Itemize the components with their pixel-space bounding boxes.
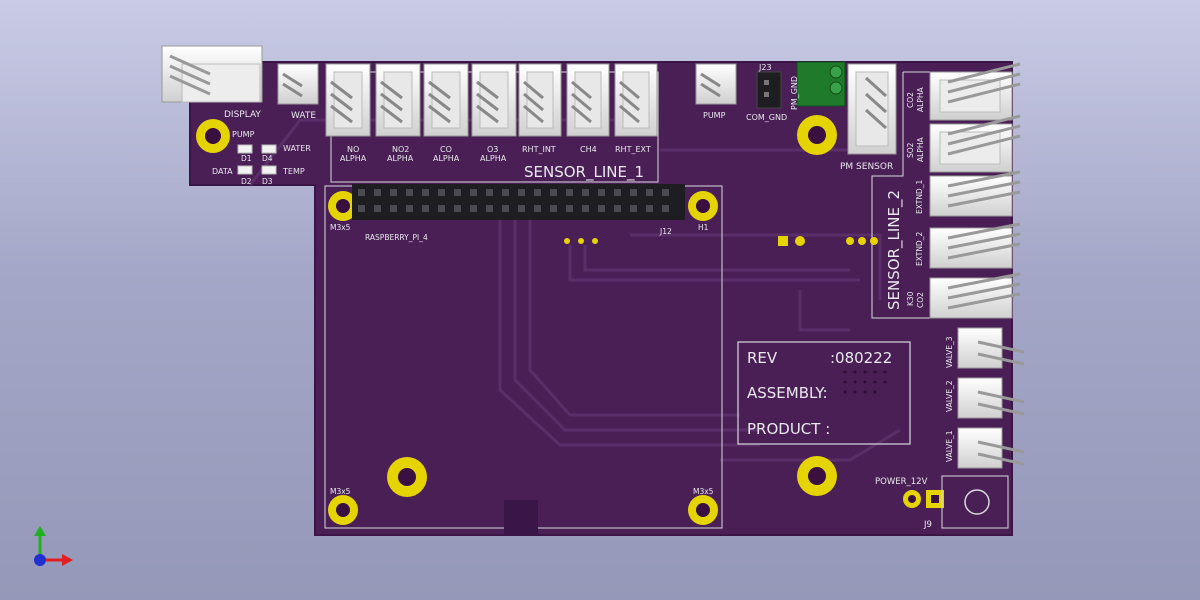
label-temp-led: TEMP (282, 167, 305, 176)
pcb-3d-viewport[interactable]: REV :080222 ASSEMBLY: PRODUCT : DISPLAY … (0, 0, 1200, 600)
label-d1: D1 (241, 154, 252, 163)
label-o3: O3 (487, 145, 498, 154)
label-co-alpha: ALPHA (433, 154, 460, 163)
label-d3: D3 (262, 177, 273, 186)
label-co: CO (440, 145, 452, 154)
label-ch4: CH4 (580, 145, 597, 154)
label-m3x5-bl: M3x5 (330, 487, 351, 496)
label-valve-1: VALVE_1 (945, 430, 954, 462)
label-no-alpha: ALPHA (340, 154, 367, 163)
label-no2: NO2 (392, 145, 409, 154)
product-label: PRODUCT : (747, 420, 830, 438)
label-rht-int: RHT_INT (522, 145, 556, 154)
label-water-conn: WATE (291, 111, 316, 121)
label-valve-2: VALVE_2 (945, 380, 954, 412)
assembly-label: ASSEMBLY: (747, 384, 828, 402)
label-rht-ext: RHT_EXT (615, 145, 651, 154)
label-k30-co2: CO2 (916, 292, 925, 308)
label-m3x5-tl: M3x5 (330, 223, 351, 232)
label-d2: D2 (241, 177, 252, 186)
label-extnd-1: EXTND_1 (915, 180, 924, 214)
label-so2: SO2 (906, 142, 915, 158)
label-no2-alpha: ALPHA (387, 154, 414, 163)
label-j23: J23 (758, 63, 772, 72)
label-valve-3: VALVE_3 (945, 336, 954, 368)
label-m3x5-br: M3x5 (693, 487, 714, 496)
rev-label: REV (747, 349, 778, 367)
label-pump: PUMP (703, 111, 726, 120)
rev-value: :080222 (830, 349, 892, 367)
z-axis-icon (34, 554, 46, 566)
label-com-gnd: COM_GND (746, 113, 787, 122)
label-j12: J12 (659, 227, 672, 236)
label-display: DISPLAY (224, 110, 261, 120)
label-power-12v: POWER_12V (875, 477, 928, 487)
label-k30: K30 (906, 291, 915, 306)
label-co2-alpha: ALPHA (916, 87, 925, 112)
label-h1: H1 (698, 223, 709, 232)
label-d4: D4 (262, 154, 273, 163)
label-water-led: WATER (283, 144, 311, 153)
label-data-led: DATA (212, 167, 233, 176)
label-sensor-line-2: SENSOR_LINE_2 (885, 190, 904, 310)
bottom-pad (504, 500, 538, 535)
label-j9: J9 (923, 520, 932, 530)
label-pump-led: PUMP (232, 130, 255, 139)
label-no: NO (347, 145, 359, 154)
label-raspberry: RASPBERRY_PI_4 (365, 233, 428, 242)
label-co2-top: CO2 (906, 92, 915, 108)
sensor-line-2-connectors (929, 62, 1021, 319)
raspberry-pi-header (352, 184, 685, 220)
valve-connectors (957, 327, 1025, 469)
pcb-render: REV :080222 ASSEMBLY: PRODUCT : DISPLAY … (34, 45, 1025, 566)
label-so2-alpha: ALPHA (916, 137, 925, 162)
label-pm-sensor: PM SENSOR (840, 162, 893, 172)
label-sensor-line-1: SENSOR_LINE_1 (524, 163, 644, 182)
axis-gizmo (34, 526, 73, 566)
label-extnd-2: EXTND_2 (915, 232, 924, 266)
label-o3-alpha: ALPHA (480, 154, 507, 163)
label-pm-gnd: PM_GND (790, 76, 799, 110)
